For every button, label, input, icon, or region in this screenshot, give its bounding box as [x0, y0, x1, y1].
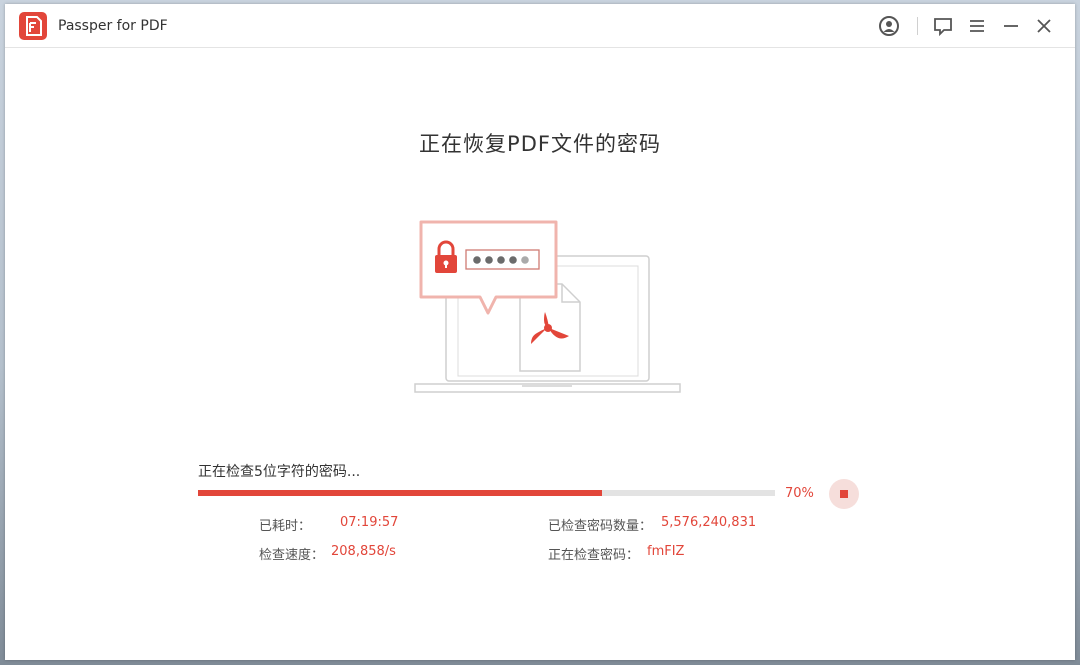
elapsed-value: 07:19:57	[340, 515, 399, 530]
progress-percent: 70%	[785, 486, 814, 501]
app-window: Passper for PDF 正在恢复PDF文件的密码 正在检查5位字符的密码…	[5, 4, 1075, 660]
menu-icon[interactable]	[966, 15, 988, 37]
user-icon[interactable]	[878, 15, 900, 37]
title-bar: Passper for PDF	[5, 4, 1075, 48]
progress-bar-fill	[198, 490, 602, 496]
app-title: Passper for PDF	[58, 18, 168, 34]
checked-count-value: 5,576,240,831	[661, 515, 757, 530]
stop-icon	[840, 490, 848, 498]
speed-label: 检查速度：	[259, 548, 325, 563]
progress-status-text: 正在检查5位字符的密码...	[198, 464, 361, 480]
page-title: 正在恢复PDF文件的密码	[419, 132, 661, 156]
checked-count-label: 已检查密码数量：	[548, 519, 653, 534]
current-password-label: 正在检查密码：	[548, 548, 640, 563]
titlebar-divider	[917, 17, 918, 35]
feedback-icon[interactable]	[932, 15, 954, 37]
stop-button[interactable]	[829, 479, 859, 509]
elapsed-label: 已耗时：	[259, 519, 312, 534]
passper-logo-icon	[19, 12, 47, 40]
password-recovery-illustration	[410, 214, 685, 399]
current-password-value: fmFIZ	[647, 544, 685, 559]
close-icon[interactable]	[1033, 15, 1055, 37]
progress-bar	[198, 490, 775, 496]
minimize-icon[interactable]	[1000, 15, 1022, 37]
speed-value: 208,858/s	[331, 544, 396, 559]
